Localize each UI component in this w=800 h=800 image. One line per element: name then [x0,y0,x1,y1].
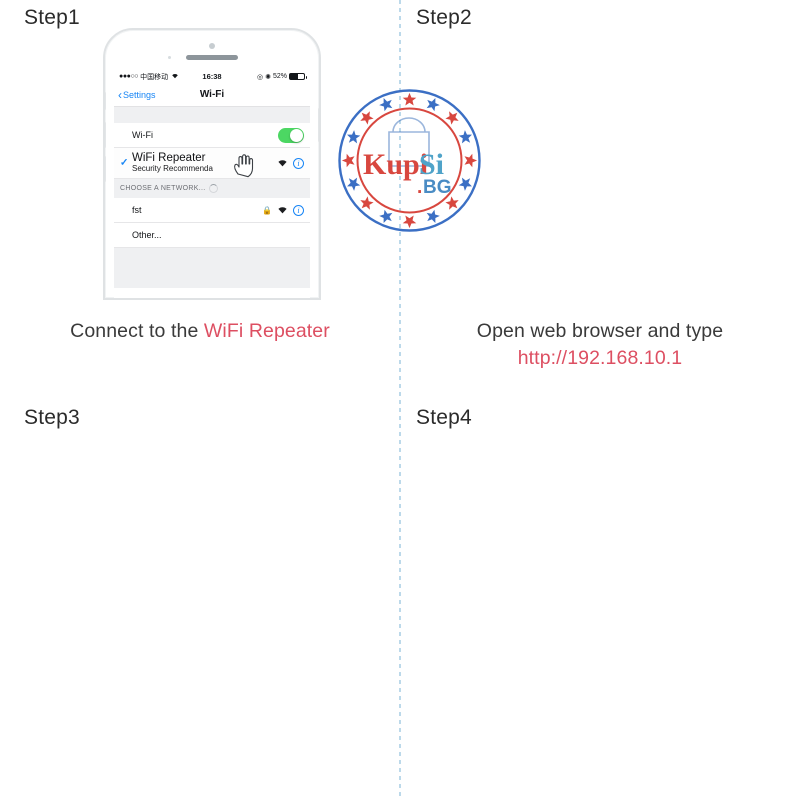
network-row-fst[interactable]: fst 🔒 i [114,198,310,223]
lock-icon: 🔒 [262,205,272,215]
list-bottom-gap [114,248,310,288]
ios-status-bar: ●●●○○ 中国移动 16:38 ◎ ✺ 52% [114,70,310,83]
fst-row-icons: 🔒 i [262,204,304,216]
phone-screen-1: ●●●○○ 中国移动 16:38 ◎ ✺ 52% ‹ Settings Wi-F… [114,70,310,298]
list-gap [114,107,310,123]
speaker-grille [186,55,238,60]
kupisi-watermark-logo: Kupi Si . BG [337,88,482,233]
battery-icon [289,73,307,80]
wifi-signal-icon [277,205,288,216]
svg-text:BG: BG [423,177,452,198]
status-time: 16:38 [202,72,222,81]
caption1-plain: Connect to the [70,320,204,342]
step-label-2: Step2 [416,6,472,29]
repeater-row-icons: i [277,157,304,169]
caption-step-2: Open web browser and type http://192.168… [400,318,800,372]
info-icon[interactable]: i [293,157,304,169]
repeater-text-group: WiFi Repeater Security Recommenda [132,152,213,174]
power-button [318,108,319,142]
repeater-subtitle: Security Recommenda [132,164,213,173]
volume-up-button [105,122,106,148]
wifi-toggle-switch[interactable] [278,127,304,143]
network-row-other[interactable]: Other... [114,223,310,248]
section-header-choose-network: CHOOSE A NETWORK... [114,179,310,198]
caption-step-1: Connect to the WiFi Repeater [0,318,400,345]
checkmark-icon: ✓ [120,157,129,169]
mute-switch [105,92,106,110]
network-name-other: Other... [132,230,162,240]
wifi-row-label: Wi-Fi [132,130,153,140]
section-header-label: CHOOSE A NETWORK... [120,185,206,192]
wifi-toggle-row[interactable]: Wi-Fi [114,123,310,148]
wifi-toggle-group [278,127,304,143]
step-label-4: Step4 [416,406,472,429]
page-title: Wi-Fi [199,89,225,100]
volume-down-button [105,156,106,182]
step-label-1: Step1 [24,6,80,29]
network-name-fst: fst [132,205,142,215]
step-panel-4: Step4 Wireless Repeater Mode SSID Channe… [400,400,800,800]
step-panel-3: Step3 WI FI REPEATER Wireless-N More Ra [0,400,400,800]
hand-cursor-icon [232,154,254,178]
phone-mockup-1: ●●●○○ 中国移动 16:38 ◎ ✺ 52% ‹ Settings Wi-F… [103,28,321,300]
step-label-3: Step3 [24,406,80,429]
ios-nav-bar: ‹ Settings Wi-Fi [114,83,310,107]
camera-icon [209,43,215,49]
instruction-sheet: Step1 ●●●○○ 中国移动 16:38 ◎ ✺ 52% ‹ Setting… [0,0,800,800]
caption2-line2-url: http://192.168.10.1 [517,347,683,369]
caption1-highlight: WiFi Repeater [203,320,330,342]
info-icon[interactable]: i [293,204,304,216]
repeater-name: WiFi Repeater [132,152,206,164]
wifi-signal-icon [277,158,288,169]
proximity-sensor-icon [168,56,171,59]
svg-text:.: . [417,177,422,198]
network-row-repeater[interactable]: ✓ WiFi Repeater Security Recommenda i [114,148,310,179]
loading-spinner-icon [209,184,219,193]
caption2-line1: Open web browser and type [476,320,724,342]
